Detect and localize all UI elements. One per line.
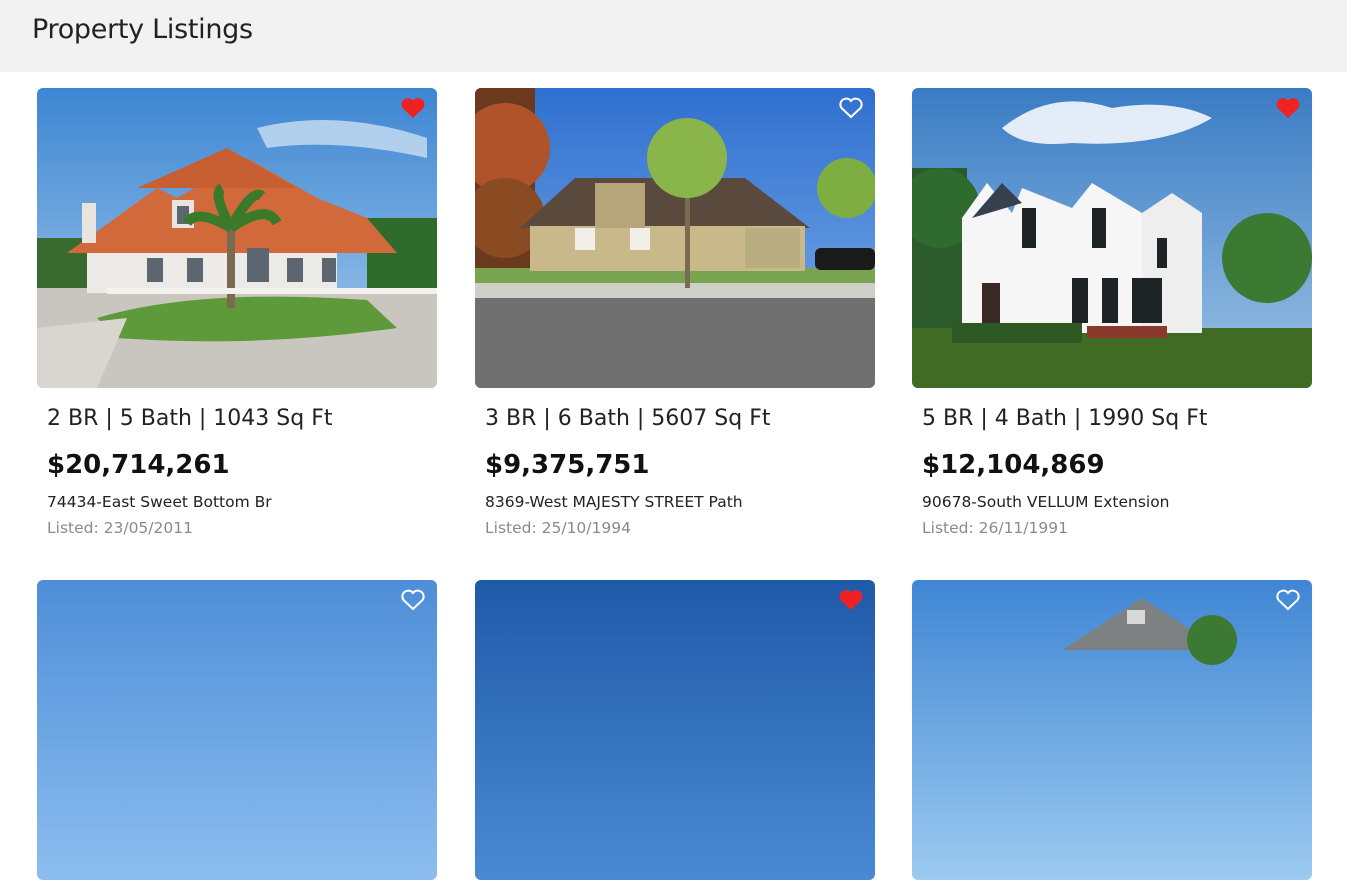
page-header: Property Listings [0,0,1347,72]
listing-photo[interactable] [912,88,1312,388]
favorite-heart-icon[interactable] [1275,588,1301,612]
listing-card[interactable] [475,580,875,880]
favorite-heart-icon[interactable] [400,96,426,120]
favorite-heart-icon[interactable] [838,96,864,120]
listing-card[interactable] [37,580,437,880]
listing-date: Listed: 26/11/1991 [922,519,1068,537]
listing-address: 90678-South VELLUM Extension [922,493,1170,511]
listing-photo[interactable] [475,88,875,388]
listing-specs: 5 BR | 4 Bath | 1990 Sq Ft [922,406,1208,431]
listing-photo[interactable] [37,88,437,388]
listing-price: $12,104,869 [922,450,1105,480]
listing-date: Listed: 23/05/2011 [47,519,193,537]
listing-date: Listed: 25/10/1994 [485,519,631,537]
favorite-heart-icon[interactable] [838,588,864,612]
listing-card[interactable]: 3 BR | 6 Bath | 5607 Sq Ft $9,375,751 83… [475,88,875,537]
house-photo-5 [475,580,875,880]
listing-price: $9,375,751 [485,450,650,480]
listing-specs: 2 BR | 5 Bath | 1043 Sq Ft [47,406,333,431]
listing-price: $20,714,261 [47,450,230,480]
listing-address: 8369-West MAJESTY STREET Path [485,493,743,511]
house-photo-4 [37,580,437,880]
page-title: Property Listings [32,14,253,45]
listing-photo[interactable] [37,580,437,880]
house-photo-3 [912,88,1312,388]
listing-card[interactable]: 5 BR | 4 Bath | 1990 Sq Ft $12,104,869 9… [912,88,1312,537]
listing-card[interactable] [912,580,1312,880]
listing-specs: 3 BR | 6 Bath | 5607 Sq Ft [485,406,771,431]
listing-card[interactable]: 2 BR | 5 Bath | 1043 Sq Ft $20,714,261 7… [37,88,437,537]
favorite-heart-icon[interactable] [400,588,426,612]
favorite-heart-icon[interactable] [1275,96,1301,120]
house-photo-1 [37,88,437,388]
listing-photo[interactable] [475,580,875,880]
listing-photo[interactable] [912,580,1312,880]
house-photo-2 [475,88,875,388]
listing-address: 74434-East Sweet Bottom Br [47,493,272,511]
house-photo-6 [912,580,1312,880]
